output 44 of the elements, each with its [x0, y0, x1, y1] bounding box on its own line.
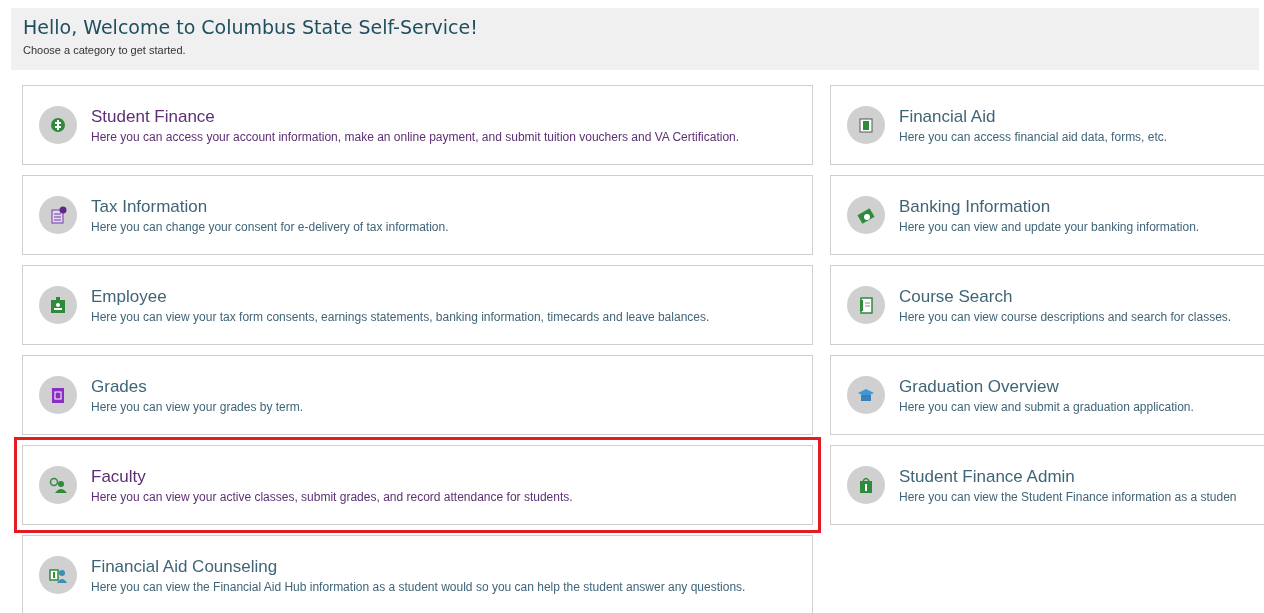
- category-description: Here you can view course descriptions and search for classes.: [899, 309, 1232, 324]
- welcome-subtitle: Choose a category to get started.: [23, 44, 187, 56]
- category-card[interactable]: Grades Here you can view your grades by term.: [22, 355, 813, 435]
- cash-icon: [847, 196, 885, 234]
- welcome-title: Hello, Welcome to Columbus State Self-Service!: [23, 16, 479, 38]
- category-card[interactable]: Faculty Here you can view your active classes, submit grades, and record attendance for students.: [22, 445, 813, 525]
- category-card[interactable]: Employee Here you can view your tax form consents, earnings statements, banking information, timecards and leave balances.: [22, 265, 813, 345]
- person-icon: [39, 466, 77, 504]
- category-title[interactable]: Student Finance: [91, 106, 740, 127]
- grade-icon: [39, 376, 77, 414]
- category-title[interactable]: Graduation Overview: [899, 376, 1194, 397]
- category-card[interactable]: Student Finance Here you can access your account information, make an online payment, and submit tuition vouchers and VA Certification.: [22, 85, 813, 165]
- category-title[interactable]: Tax Information: [91, 196, 449, 217]
- person-icon: [39, 556, 77, 594]
- category-title[interactable]: Financial Aid: [899, 106, 1168, 127]
- category-description: Here you can view your active classes, submit grades, and record attendance for students.: [91, 489, 573, 504]
- category-title[interactable]: Course Search: [899, 286, 1232, 307]
- category-description: Here you can view the Student Finance information as a studen: [899, 489, 1237, 504]
- coin-icon: [39, 106, 77, 144]
- category-description: Here you can view and update your banking information.: [899, 219, 1200, 234]
- notebook-icon: [847, 286, 885, 324]
- category-card[interactable]: Banking Information Here you can view and update your banking information.: [830, 175, 1264, 255]
- category-title[interactable]: Grades: [91, 376, 304, 397]
- shopping-bag-icon: [847, 466, 885, 504]
- category-card[interactable]: Course Search Here you can view course descriptions and search for classes.: [830, 265, 1264, 345]
- category-title[interactable]: Faculty: [91, 466, 573, 487]
- category-description: Here you can change your consent for e-delivery of tax information.: [91, 219, 449, 234]
- category-description: Here you can access financial aid data, forms, etc.: [899, 129, 1168, 144]
- document-icon: [39, 196, 77, 234]
- category-title[interactable]: Employee: [91, 286, 710, 307]
- category-title[interactable]: Financial Aid Counseling: [91, 556, 746, 577]
- category-title[interactable]: Banking Information: [899, 196, 1200, 217]
- badge-icon: [39, 286, 77, 324]
- category-card[interactable]: Graduation Overview Here you can view and submit a graduation application.: [830, 355, 1264, 435]
- category-description: Here you can view your grades by term.: [91, 399, 304, 414]
- category-description: Here you can view your tax form consents, earnings statements, banking information, timecards and leave balances.: [91, 309, 710, 324]
- category-card[interactable]: Financial Aid Counseling Here you can view the Financial Aid Hub information as a student would so you can help the student answer any questions.: [22, 535, 813, 613]
- category-card[interactable]: Tax Information Here you can change your consent for e-delivery of tax information.: [22, 175, 813, 255]
- category-description: Here you can view the Financial Aid Hub information as a student would so you can help the student answer any questions.: [91, 579, 746, 594]
- category-title[interactable]: Student Finance Admin: [899, 466, 1237, 487]
- category-description: Here you can view and submit a graduation application.: [899, 399, 1194, 414]
- category-card[interactable]: Student Finance Admin Here you can view the Student Finance information as a studen: [830, 445, 1264, 525]
- category-description: Here you can access your account information, make an online payment, and submit tuition vouchers and VA Certification.: [91, 129, 740, 144]
- category-card[interactable]: Financial Aid Here you can access financial aid data, forms, etc.: [830, 85, 1264, 165]
